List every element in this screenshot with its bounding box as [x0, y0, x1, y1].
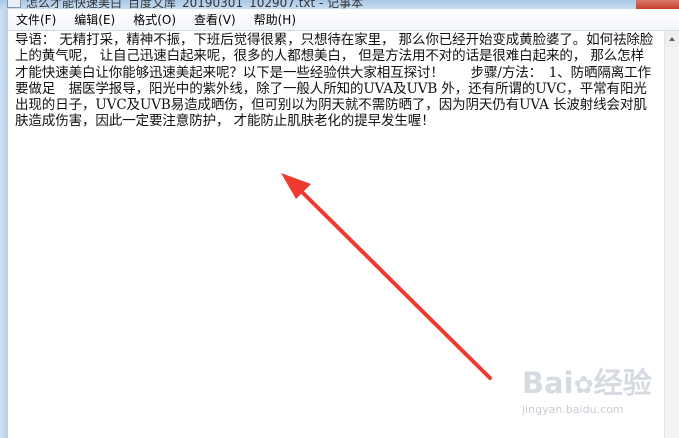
baidu-paw-icon: ✿	[573, 371, 594, 399]
watermark-url: jingyan.baidu.com	[522, 403, 624, 416]
arrow-shaft	[295, 185, 492, 380]
watermark-logo-bai: Bai	[522, 366, 574, 400]
baidu-jingyan-watermark: Bai✿经验 jingyan.baidu.com	[522, 360, 672, 420]
watermark-logo-du: 经验	[593, 366, 652, 400]
watermark-logo: Bai✿经验	[522, 360, 652, 402]
